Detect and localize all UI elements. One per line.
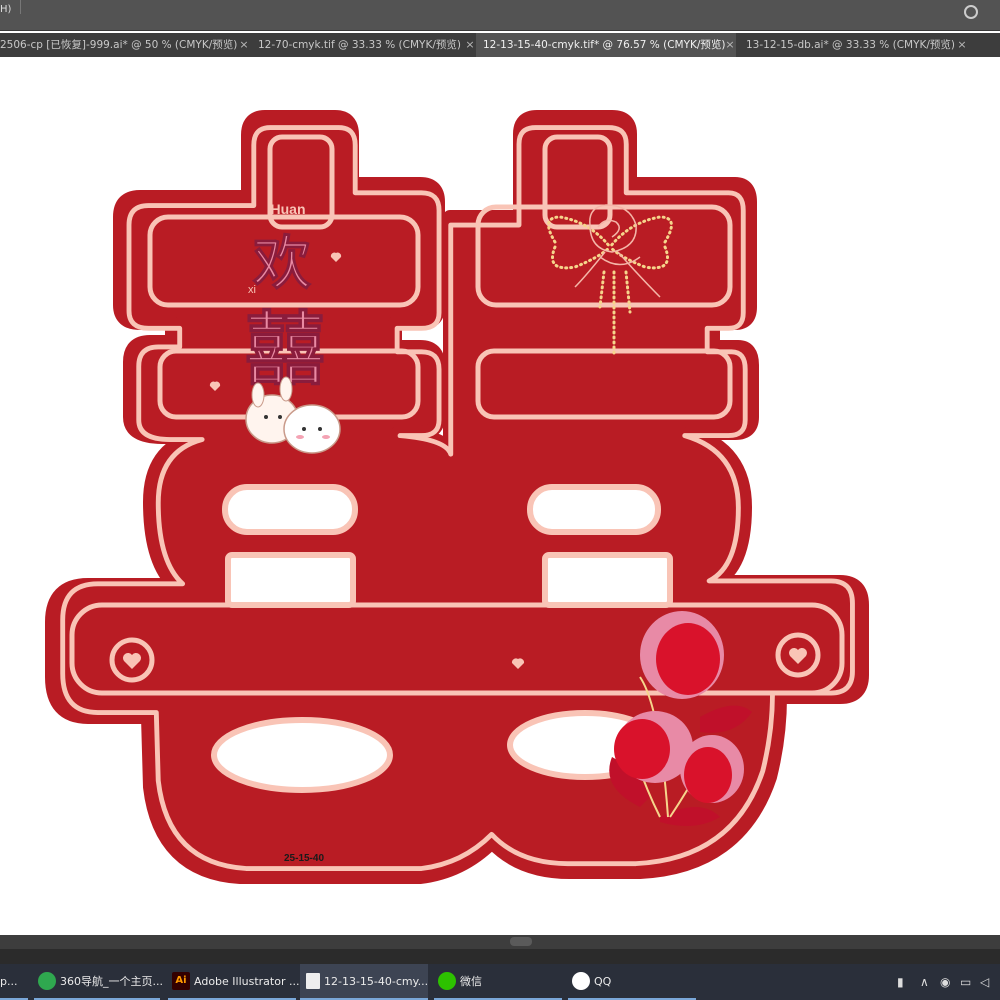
huan-character: 欢 — [252, 229, 311, 297]
360-browser-icon — [38, 972, 56, 990]
taskbar-label: 微信 — [460, 975, 482, 988]
tab-document-2[interactable]: 12-70-cmyk.tif @ 33.33 % (CMYK/预览) × — [258, 33, 476, 57]
horizontal-scrollbar[interactable] — [0, 949, 1000, 964]
illustrator-icon: Ai — [172, 972, 190, 990]
left-bottom-opening — [211, 717, 393, 793]
tab-document-1[interactable]: 2506-cp [已恢复]-999.ai* @ 50 % (CMYK/预览) × — [0, 33, 250, 57]
taskbar-item-illustrator[interactable]: Ai Adobe Illustrator ... — [168, 964, 300, 1000]
taskbar-item-unknown[interactable]: p... — [0, 964, 28, 1000]
right-mouth-opening — [527, 484, 661, 535]
tab-label: 12-13-15-40-cmyk.tif* @ 76.57 % (CMYK/预览… — [483, 39, 726, 51]
document-tab-bar: 2506-cp [已恢复]-999.ai* @ 50 % (CMYK/预览) ×… — [0, 33, 1000, 57]
taskbar-label: 12-13-15-40-cmy... — [324, 975, 429, 988]
menu-bar: H) — [0, 0, 1000, 31]
tab-label: 12-70-cmyk.tif @ 33.33 % (CMYK/预览) — [258, 39, 461, 51]
taskbar-item-360-browser[interactable]: 360导航_一个主页... — [34, 964, 163, 1000]
wechat-icon — [438, 972, 456, 990]
battery-icon[interactable]: ▮ — [897, 964, 904, 1000]
status-bar — [0, 935, 1000, 949]
display-icon[interactable]: ▭ — [960, 964, 971, 1000]
double-happiness-artwork: Huan 欢 xi 囍 25-15-40 — [0, 57, 1000, 935]
search-icon[interactable] — [964, 5, 978, 19]
xi-pinyin: xi — [248, 284, 256, 296]
taskbar-label: QQ — [594, 975, 612, 988]
right-gap-opening — [542, 552, 673, 608]
menu-divider — [20, 0, 21, 14]
qq-icon — [572, 972, 590, 990]
taskbar-item-image-viewer[interactable]: 12-13-15-40-cmy... — [300, 964, 428, 1000]
left-gap-opening — [225, 552, 356, 608]
close-icon[interactable]: × — [464, 33, 476, 57]
taskbar-label: Adobe Illustrator ... — [194, 975, 300, 988]
network-icon[interactable]: ◉ — [940, 964, 950, 1000]
tab-label: 2506-cp [已恢复]-999.ai* @ 50 % (CMYK/预览) — [0, 39, 238, 51]
scrollbar-thumb[interactable] — [510, 937, 532, 946]
volume-icon[interactable]: ◁ — [980, 964, 989, 1000]
taskbar-label: 360导航_一个主页... — [60, 975, 163, 988]
close-icon[interactable]: × — [724, 33, 736, 57]
image-file-icon — [306, 973, 320, 989]
windows-taskbar: p... 360导航_一个主页... Ai Adobe Illustrator .… — [0, 964, 1000, 1000]
size-label: 25-15-40 — [284, 853, 324, 864]
taskbar-item-qq[interactable]: QQ — [568, 964, 696, 1000]
left-mouth-opening — [222, 484, 358, 535]
tab-document-3-active[interactable]: 12-13-15-40-cmyk.tif* @ 76.57 % (CMYK/预览… — [476, 33, 736, 57]
tab-document-4[interactable]: 13-12-15-db.ai* @ 33.33 % (CMYK/预览) × — [746, 33, 968, 57]
close-icon[interactable]: × — [238, 33, 250, 57]
huan-pinyin: Huan — [271, 201, 306, 217]
taskbar-item-wechat[interactable]: 微信 — [434, 964, 562, 1000]
taskbar-label: p... — [0, 975, 18, 988]
tab-label: 13-12-15-db.ai* @ 33.33 % (CMYK/预览) — [746, 39, 956, 51]
chevron-up-icon[interactable]: ∧ — [920, 964, 929, 1000]
document-canvas[interactable]: Huan 欢 xi 囍 25-15-40 — [0, 57, 1000, 935]
close-icon[interactable]: × — [956, 33, 968, 57]
menu-help[interactable]: H) — [0, 4, 11, 15]
